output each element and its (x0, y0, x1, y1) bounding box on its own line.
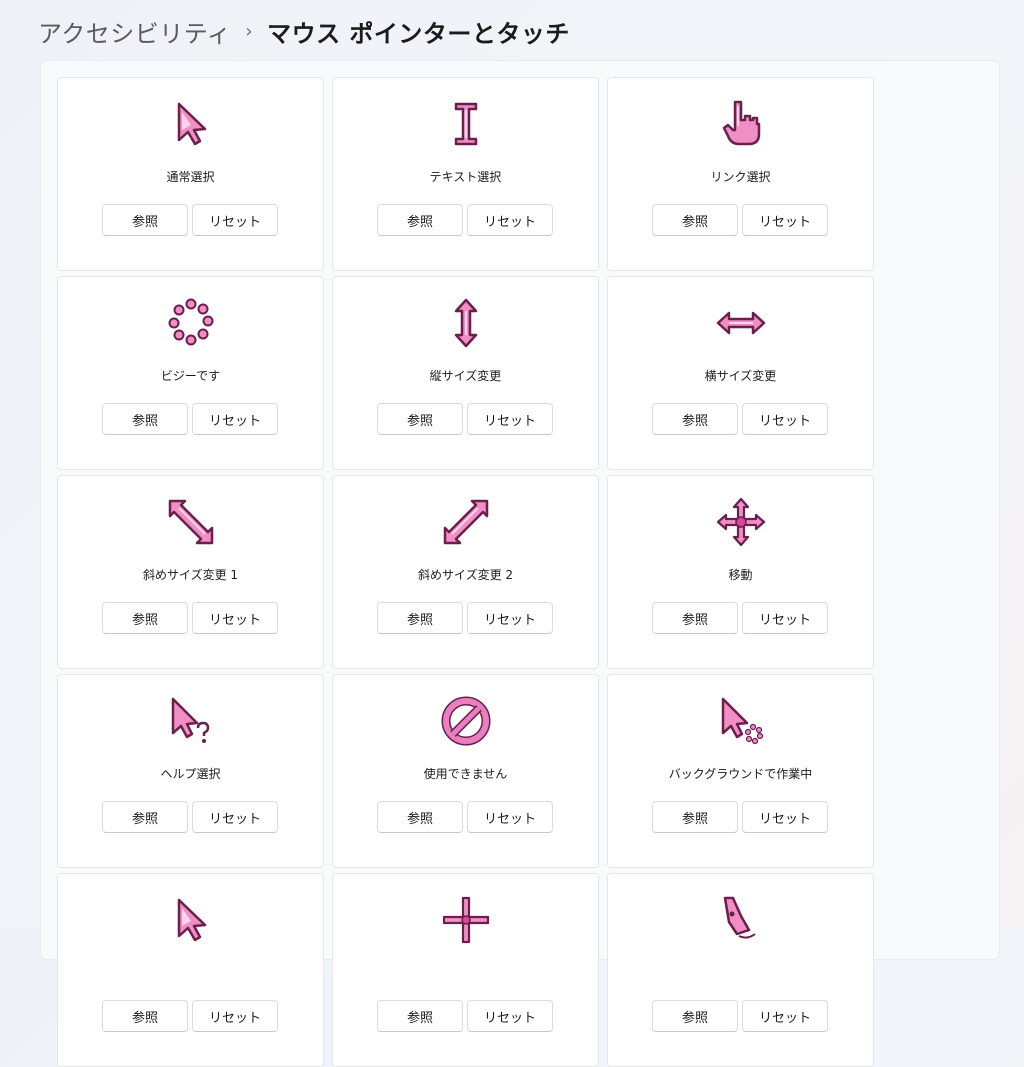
cursor-card-label: 横サイズ変更 (704, 369, 777, 383)
browse-button[interactable]: 参照 (102, 602, 188, 634)
diagonal-resize-1-cursor-icon (165, 496, 217, 548)
reset-button[interactable]: リセット (192, 403, 278, 435)
cursor-card-help-select: ヘルプ選択 参照 リセット (57, 674, 324, 868)
reset-button[interactable]: リセット (742, 403, 828, 435)
reset-button[interactable]: リセット (192, 602, 278, 634)
cursor-card-working-in-background: バックグラウンドで作業中 参照 リセット (607, 674, 874, 868)
cursor-card-label: 縦サイズ変更 (429, 369, 502, 383)
diagonal-resize-2-cursor-icon (440, 496, 492, 548)
cursor-card-label: ビジーです (160, 369, 221, 383)
cursor-card-link-select: リンク選択 参照 リセット (607, 77, 874, 271)
browse-button[interactable]: 参照 (377, 602, 463, 634)
reset-button[interactable]: リセット (742, 801, 828, 833)
text-select-cursor-icon (440, 98, 492, 150)
help-select-cursor-icon (165, 695, 217, 747)
cursor-card-diagonal-resize-1: 斜めサイズ変更 1 参照 リセット (57, 475, 324, 669)
browse-button[interactable]: 参照 (377, 1000, 463, 1032)
browse-button[interactable]: 参照 (652, 602, 738, 634)
cursor-card-alternate-select: 参照 リセット (57, 873, 324, 1067)
browse-button[interactable]: 参照 (102, 403, 188, 435)
cursor-grid: 通常選択 参照 リセット テキスト選択 参照 リセット リンク選択 参照 リセッ… (57, 77, 874, 1067)
cursor-card-label: テキスト選択 (429, 170, 502, 184)
unavailable-cursor-icon (440, 695, 492, 747)
move-cursor-icon (715, 496, 767, 548)
cursor-card-vertical-resize: 縦サイズ変更 参照 リセット (332, 276, 599, 470)
reset-button[interactable]: リセット (742, 1000, 828, 1032)
browse-button[interactable]: 参照 (652, 801, 738, 833)
cursor-card-normal-select: 通常選択 参照 リセット (57, 77, 324, 271)
busy-cursor-icon (165, 297, 217, 349)
reset-button[interactable]: リセット (467, 403, 553, 435)
browse-button[interactable]: 参照 (102, 801, 188, 833)
browse-button[interactable]: 参照 (102, 204, 188, 236)
breadcrumb-parent[interactable]: アクセシビリティ (38, 14, 231, 49)
reset-button[interactable]: リセット (467, 801, 553, 833)
reset-button[interactable]: リセット (742, 204, 828, 236)
page-title: マウス ポインターとタッチ (267, 19, 570, 48)
cursor-card-unavailable: 使用できません 参照 リセット (332, 674, 599, 868)
cursor-card-precision-select: 参照 リセット (332, 873, 599, 1067)
horizontal-resize-cursor-icon (715, 297, 767, 349)
cursor-card-busy: ビジーです 参照 リセット (57, 276, 324, 470)
cursor-card-text-select: テキスト選択 参照 リセット (332, 77, 599, 271)
cursor-card-label: 斜めサイズ変更 2 (417, 568, 514, 582)
alternate-select-cursor-icon (165, 894, 217, 946)
cursor-card-label: 移動 (728, 568, 753, 582)
browse-button[interactable]: 参照 (377, 801, 463, 833)
cursor-card-label: バックグラウンドで作業中 (668, 767, 813, 781)
reset-button[interactable]: リセット (192, 204, 278, 236)
vertical-resize-cursor-icon (440, 297, 492, 349)
breadcrumb: アクセシビリティ › マウス ポインターとタッチ (38, 12, 570, 50)
reset-button[interactable]: リセット (467, 1000, 553, 1032)
breadcrumb-separator-icon: › (245, 20, 254, 42)
browse-button[interactable]: 参照 (652, 403, 738, 435)
browse-button[interactable]: 参照 (377, 204, 463, 236)
cursor-card-label: リンク選択 (710, 170, 771, 184)
cursor-card-diagonal-resize-2: 斜めサイズ変更 2 参照 リセット (332, 475, 599, 669)
reset-button[interactable]: リセット (467, 602, 553, 634)
browse-button[interactable]: 参照 (102, 1000, 188, 1032)
precision-select-cursor-icon (440, 894, 492, 946)
link-select-cursor-icon (715, 98, 767, 150)
working-in-background-cursor-icon (715, 695, 767, 747)
cursor-card-label: 通常選択 (166, 170, 215, 184)
pointer-settings-panel: 通常選択 参照 リセット テキスト選択 参照 リセット リンク選択 参照 リセッ… (40, 60, 1000, 1067)
cursor-card-handwriting: 参照 リセット (607, 873, 874, 1067)
cursor-card-horizontal-resize: 横サイズ変更 参照 リセット (607, 276, 874, 470)
handwriting-cursor-icon (715, 894, 767, 946)
cursor-card-label: 使用できません (423, 767, 508, 781)
reset-button[interactable]: リセット (192, 1000, 278, 1032)
cursor-card-label: 斜めサイズ変更 1 (142, 568, 239, 582)
browse-button[interactable]: 参照 (377, 403, 463, 435)
reset-button[interactable]: リセット (742, 602, 828, 634)
browse-button[interactable]: 参照 (652, 204, 738, 236)
cursor-card-move: 移動 参照 リセット (607, 475, 874, 669)
reset-button[interactable]: リセット (467, 204, 553, 236)
normal-select-cursor-icon (165, 98, 217, 150)
cursor-card-label: ヘルプ選択 (160, 767, 221, 781)
browse-button[interactable]: 参照 (652, 1000, 738, 1032)
reset-button[interactable]: リセット (192, 801, 278, 833)
